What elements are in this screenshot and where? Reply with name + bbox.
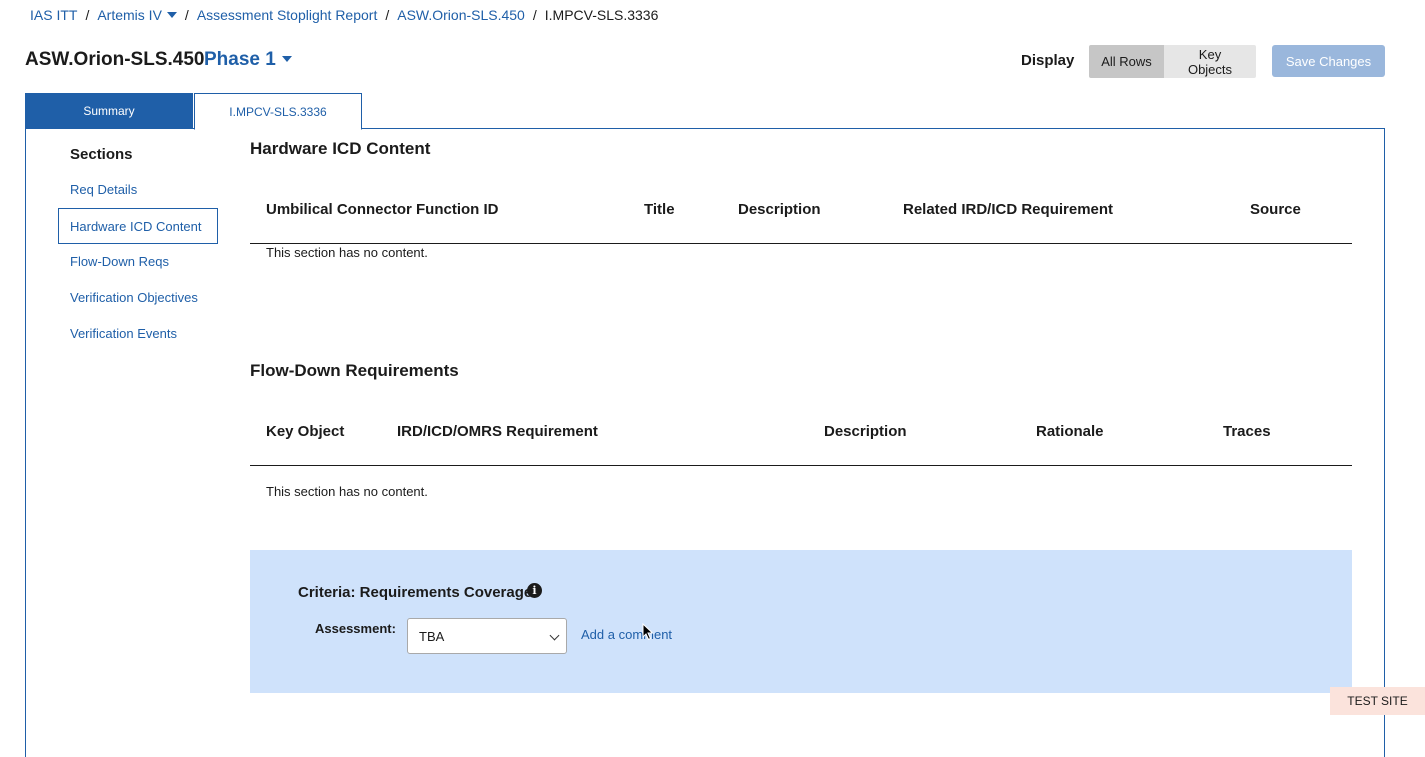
column-header: Related IRD/ICD Requirement bbox=[903, 201, 1114, 218]
breadcrumb-separator: / bbox=[85, 7, 90, 23]
table-divider bbox=[250, 243, 1352, 244]
column-header: IRD/ICD/OMRS Requirement bbox=[397, 423, 598, 440]
phase-dropdown[interactable]: Phase 1 bbox=[204, 49, 292, 71]
breadcrumb-artemis-label: Artemis IV bbox=[97, 7, 162, 23]
flow-down-title: Flow-Down Requirements bbox=[250, 361, 459, 380]
test-site-badge: TEST SITE bbox=[1330, 687, 1425, 715]
sidebar-item-hardware-icd[interactable]: Hardware ICD Content bbox=[58, 208, 218, 244]
save-changes-button[interactable]: Save Changes bbox=[1272, 45, 1385, 77]
column-header: Umbilical Connector Function ID bbox=[266, 201, 499, 218]
empty-state-text: This section has no content. bbox=[266, 484, 428, 499]
breadcrumb-link-artemis[interactable]: Artemis IV bbox=[97, 7, 177, 23]
column-header: Rationale bbox=[1036, 423, 1104, 440]
breadcrumb-separator: / bbox=[385, 7, 390, 23]
hardware-icd-title: Hardware ICD Content bbox=[250, 139, 431, 158]
key-objects-button[interactable]: Key Objects bbox=[1164, 45, 1256, 78]
assessment-label: Assessment: bbox=[315, 621, 396, 636]
breadcrumb-link-ias-itt[interactable]: IAS ITT bbox=[30, 7, 77, 23]
assessment-selected-value: TBA bbox=[419, 628, 445, 644]
breadcrumb-separator: / bbox=[184, 7, 189, 23]
breadcrumb: IAS ITT / Artemis IV / Assessment Stopli… bbox=[30, 7, 658, 23]
info-icon[interactable]: i bbox=[527, 583, 542, 598]
column-header: Description bbox=[824, 423, 907, 440]
column-header: Traces bbox=[1223, 423, 1271, 440]
tab-requirement[interactable]: I.MPCV-SLS.3336 bbox=[194, 93, 362, 130]
breadcrumb-current: I.MPCV-SLS.3336 bbox=[544, 7, 659, 23]
phase-label: Phase 1 bbox=[204, 49, 276, 70]
mouse-cursor-icon bbox=[642, 623, 654, 641]
all-rows-button[interactable]: All Rows bbox=[1089, 45, 1164, 78]
sidebar-item-verification-objectives[interactable]: Verification Objectives bbox=[58, 279, 218, 315]
display-label: Display bbox=[1021, 52, 1075, 69]
caret-down-icon bbox=[166, 12, 177, 19]
breadcrumb-link-stoplight-report[interactable]: Assessment Stoplight Report bbox=[197, 7, 378, 23]
sidebar-item-verification-events[interactable]: Verification Events bbox=[58, 315, 218, 351]
criteria-title: Criteria: Requirements Coverage bbox=[298, 584, 533, 601]
page-title: ASW.Orion-SLS.450 bbox=[25, 49, 205, 70]
sections-heading: Sections bbox=[70, 146, 133, 163]
column-header: Title bbox=[644, 201, 675, 218]
sidebar-item-flow-down[interactable]: Flow-Down Reqs bbox=[58, 243, 218, 279]
chevron-down-icon bbox=[549, 630, 560, 641]
sidebar-item-req-details[interactable]: Req Details bbox=[58, 171, 218, 207]
column-header: Source bbox=[1250, 201, 1301, 218]
empty-state-text: This section has no content. bbox=[266, 245, 428, 260]
tab-summary[interactable]: Summary bbox=[25, 93, 193, 129]
table-divider bbox=[250, 465, 1352, 466]
assessment-select[interactable]: TBA bbox=[407, 618, 567, 654]
caret-down-icon bbox=[281, 55, 292, 62]
display-toggle: All Rows Key Objects bbox=[1089, 45, 1256, 78]
column-header: Description bbox=[738, 201, 821, 218]
add-comment-link[interactable]: Add a comment bbox=[581, 627, 672, 642]
breadcrumb-separator: / bbox=[532, 7, 537, 23]
breadcrumb-link-asw[interactable]: ASW.Orion-SLS.450 bbox=[397, 7, 525, 23]
column-header: Key Object bbox=[266, 423, 345, 440]
